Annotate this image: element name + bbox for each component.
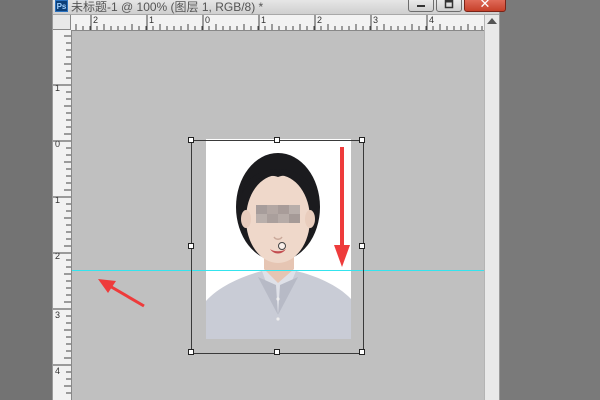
ruler-label: 1 (261, 15, 267, 25)
scroll-up-arrow-icon[interactable] (487, 18, 497, 24)
restore-icon (444, 0, 454, 8)
ruler-label: 1 (55, 195, 61, 205)
ruler-origin-corner[interactable] (53, 15, 71, 30)
transform-handle-bottom-right[interactable] (359, 349, 365, 355)
workspace-left-background (0, 0, 52, 400)
transform-handle-top-center[interactable] (274, 137, 280, 143)
window-buttons: ✕ (408, 0, 506, 12)
vertical-scrollbar[interactable] (484, 15, 499, 400)
ruler-label: 1 (149, 15, 155, 25)
vertical-ruler[interactable]: 1 0 1 2 3 4 (53, 30, 72, 400)
ruler-label: 4 (429, 15, 435, 25)
ruler-label: 3 (373, 15, 379, 25)
transform-handle-top-left[interactable] (188, 137, 194, 143)
transform-reference-point-icon[interactable] (278, 242, 286, 250)
ruler-label: 2 (55, 251, 61, 261)
minimize-button[interactable] (408, 0, 434, 12)
ruler-label: 0 (205, 15, 211, 25)
restore-button[interactable] (436, 0, 462, 12)
transform-handle-bottom-left[interactable] (188, 349, 194, 355)
close-icon: ✕ (479, 0, 491, 11)
minimize-icon (417, 4, 425, 7)
transform-handle-middle-right[interactable] (359, 243, 365, 249)
photoshop-app-icon: Ps (55, 0, 68, 12)
workspace-right-background (500, 0, 600, 400)
close-button[interactable]: ✕ (464, 0, 506, 12)
document-title: 未标题-1 @ 100% (图层 1, RGB/8) * (71, 0, 264, 14)
transform-handle-top-right[interactable] (359, 137, 365, 143)
document-titlebar[interactable]: Ps 未标题-1 @ 100% (图层 1, RGB/8) * ✕ (53, 0, 506, 15)
ruler-label: 3 (55, 310, 61, 320)
ruler-label: 2 (317, 15, 323, 25)
transform-handle-middle-left[interactable] (188, 243, 194, 249)
ruler-label: 2 (93, 15, 99, 25)
ruler-label: 0 (55, 139, 61, 149)
diagonal-arrow-annotation (98, 279, 145, 308)
horizontal-ruler-ticks (75, 15, 483, 30)
transform-handle-bottom-center[interactable] (274, 349, 280, 355)
document-canvas[interactable] (72, 31, 484, 400)
horizontal-ruler[interactable]: 2 1 0 1 2 3 4 (71, 15, 484, 31)
ruler-label: 4 (55, 366, 61, 376)
ruler-label: 1 (55, 83, 61, 93)
document-window: Ps 未标题-1 @ 100% (图层 1, RGB/8) * ✕ 2 1 0 … (52, 0, 506, 400)
